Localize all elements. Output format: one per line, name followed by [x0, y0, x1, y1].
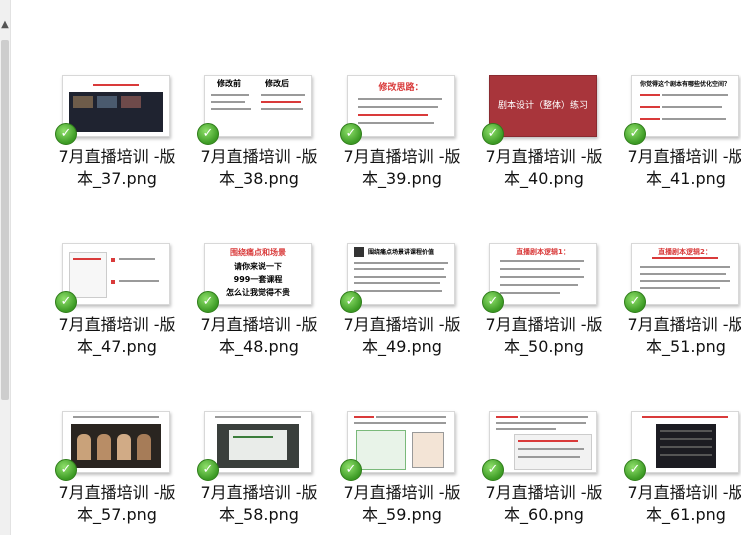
file-thumbnail — [62, 411, 170, 473]
file-thumbnail — [631, 411, 739, 473]
file-name: 7月直播培训 -版 本_59.png — [343, 483, 461, 524]
file-name: 7月直播培训 -版 本_37.png — [58, 147, 176, 188]
file-thumbnail: 你觉得这个剧本有哪些优化空间？ — [631, 75, 739, 137]
scrollbar-thumb[interactable] — [1, 40, 9, 400]
file-name: 7月直播培训 -版 本_58.png — [200, 483, 318, 524]
sync-status-check-icon: ✓ — [340, 291, 362, 313]
sync-status-check-icon: ✓ — [624, 459, 646, 481]
file-thumbnail: 修改思路： — [347, 75, 455, 137]
file-thumbnail — [489, 411, 597, 473]
sync-status-check-icon: ✓ — [55, 459, 77, 481]
sync-status-check-icon: ✓ — [340, 123, 362, 145]
sync-status-check-icon: ✓ — [482, 459, 504, 481]
file-name: 7月直播培训 -版 本_48.png — [200, 315, 318, 356]
file-name: 7月直播培训 -版 本_39.png — [343, 147, 461, 188]
file-thumbnail: 修改前 修改后 — [204, 75, 312, 137]
file-thumbnail — [347, 411, 455, 473]
file-thumbnail: 围绕痛点和场景 请你来说一下 999一套课程 怎么让我觉得不贵 — [204, 243, 312, 305]
sync-status-check-icon: ✓ — [624, 291, 646, 313]
vertical-scrollbar[interactable]: ▲ — [0, 0, 11, 535]
sync-status-check-icon: ✓ — [482, 291, 504, 313]
sync-status-check-icon: ✓ — [197, 459, 219, 481]
sync-status-check-icon: ✓ — [482, 123, 504, 145]
file-name: 7月直播培训 -版 本_49.png — [343, 315, 461, 356]
file-name: 7月直播培训 -版 本_50.png — [485, 315, 603, 356]
sync-status-check-icon: ✓ — [340, 459, 362, 481]
file-thumbnail: 直播剧本逻辑1： — [489, 243, 597, 305]
sync-status-check-icon: ✓ — [55, 123, 77, 145]
scroll-up-arrow-icon[interactable]: ▲ — [0, 18, 10, 32]
file-name: 7月直播培训 -版 本_38.png — [200, 147, 318, 188]
sync-status-check-icon: ✓ — [197, 123, 219, 145]
file-name: 7月直播培训 -版 本_51.png — [627, 315, 741, 356]
file-name: 7月直播培训 -版 本_40.png — [485, 147, 603, 188]
file-thumbnail: 剧本设计（整体）练习 — [489, 75, 597, 137]
file-name: 7月直播培训 -版 本_60.png — [485, 483, 603, 524]
file-thumbnail — [62, 75, 170, 137]
file-thumbnail: 直播剧本逻辑2： — [631, 243, 739, 305]
sync-status-check-icon: ✓ — [55, 291, 77, 313]
file-name: 7月直播培训 -版 本_61.png — [627, 483, 741, 524]
file-name: 7月直播培训 -版 本_47.png — [58, 315, 176, 356]
file-thumbnail: 围绕痛点场景讲课程价值 — [347, 243, 455, 305]
file-name: 7月直播培训 -版 本_57.png — [58, 483, 176, 524]
file-thumbnail — [62, 243, 170, 305]
sync-status-check-icon: ✓ — [197, 291, 219, 313]
file-thumbnail — [204, 411, 312, 473]
file-name: 7月直播培训 -版 本_41.png — [627, 147, 741, 188]
sync-status-check-icon: ✓ — [624, 123, 646, 145]
